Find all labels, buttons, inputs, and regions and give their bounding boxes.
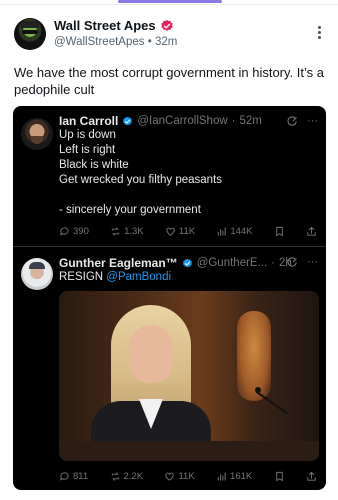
bookmark-icon (275, 471, 283, 481)
verified-badge-icon (123, 116, 133, 125)
photo-subject-face (129, 325, 173, 383)
views-count: 144K (230, 225, 253, 237)
action-bar: 390 1.3K 11K 144K (59, 224, 317, 238)
quote-tools: ··· (287, 256, 318, 268)
author-handle-row: @WallStreetApes • 32m (54, 36, 177, 48)
kebab-menu-icon[interactable] (316, 26, 322, 42)
repost-button[interactable]: 2.2K (110, 470, 144, 482)
bookmark-icon (276, 226, 283, 236)
share-icon (307, 471, 316, 481)
reply-button[interactable]: 390 (59, 226, 89, 237)
more-icon[interactable]: ··· (307, 115, 318, 127)
top-divider (0, 4, 338, 5)
like-button[interactable]: 11K (164, 470, 195, 482)
quote-author-handle[interactable]: @GuntherE... (197, 257, 267, 269)
share-icon (307, 226, 316, 236)
share-button[interactable] (306, 471, 317, 482)
separator: · (271, 257, 276, 269)
quote-text: RESIGN @PamBondi (59, 270, 314, 285)
like-button[interactable]: 11K (165, 226, 195, 237)
verified-badge-icon (160, 19, 173, 31)
quote-text: Up is down Left is right Black is white … (59, 129, 222, 216)
grok-icon[interactable] (287, 256, 298, 268)
photo-desk (59, 441, 319, 461)
author-name-row: Wall Street Apes (54, 18, 174, 33)
more-icon[interactable]: ··· (307, 256, 318, 268)
quote-tools: ··· (287, 115, 318, 127)
post-header: Wall Street Apes @WallStreetApes • 32m (14, 18, 324, 52)
quote-author-name[interactable]: Ian Carroll (59, 114, 118, 128)
reply-icon (60, 471, 69, 481)
reply-count: 811 (73, 470, 89, 482)
like-count: 11K (178, 225, 196, 237)
author-name[interactable]: Wall Street Apes (54, 18, 156, 33)
bookmark-button[interactable] (274, 226, 285, 237)
reply-button[interactable]: 811 (59, 471, 88, 482)
avatar-glasses (22, 30, 38, 34)
views-button[interactable]: 161K (216, 471, 252, 482)
photo-microphone (255, 387, 261, 393)
separator: • (147, 36, 152, 48)
separator: · (231, 115, 236, 127)
quote-time[interactable]: 52m (240, 115, 262, 127)
reply-count: 390 (73, 225, 89, 237)
avatar[interactable] (21, 118, 53, 150)
quote-header: Ian Carroll @IanCarrollShow · 52m (59, 114, 262, 128)
views-icon (218, 226, 226, 236)
tab-indicator (118, 0, 222, 3)
repost-icon (111, 471, 119, 481)
reply-icon (60, 226, 69, 236)
share-button[interactable] (306, 226, 317, 237)
views-button[interactable]: 144K (216, 225, 253, 237)
author-handle[interactable]: @WallStreetApes (54, 36, 145, 48)
quote-card[interactable]: Ian Carroll @IanCarrollShow · 52m ··· Up… (13, 106, 326, 490)
repost-count: 1.3K (124, 225, 144, 237)
quote-divider (13, 246, 326, 247)
views-icon (217, 471, 226, 481)
avatar-hat (21, 21, 39, 28)
photo-mic-arm (255, 391, 289, 415)
quote-header: Gunther Eagleman™ @GuntherE... · 2h (59, 256, 292, 270)
views-count: 161K (230, 470, 253, 482)
avatar[interactable] (14, 18, 46, 50)
attached-photo[interactable] (59, 291, 319, 461)
quote-author-handle[interactable]: @IanCarrollShow (137, 115, 227, 127)
avatar-cap (29, 262, 45, 269)
quote-author-name[interactable]: Gunther Eagleman™ (59, 256, 178, 270)
action-bar: 811 2.2K 11K 161K (59, 469, 317, 483)
avatar-beard (31, 136, 43, 144)
verified-badge-icon (182, 258, 192, 267)
quote-text-prefix: RESIGN (59, 271, 107, 283)
post-text: We have the most corrupt government in h… (14, 65, 324, 97)
post-time[interactable]: 32m (155, 36, 177, 48)
avatar[interactable] (21, 258, 53, 290)
repost-count: 2.2K (123, 470, 144, 482)
like-icon (165, 472, 175, 481)
bookmark-button[interactable] (274, 471, 285, 482)
repost-icon (111, 226, 120, 236)
repost-button[interactable]: 1.3K (110, 226, 144, 237)
grok-icon[interactable] (287, 115, 298, 127)
mention-link[interactable]: @PamBondi (106, 271, 171, 283)
photo-background-light (237, 311, 271, 401)
like-count: 11K (178, 470, 195, 482)
like-icon (166, 227, 175, 236)
